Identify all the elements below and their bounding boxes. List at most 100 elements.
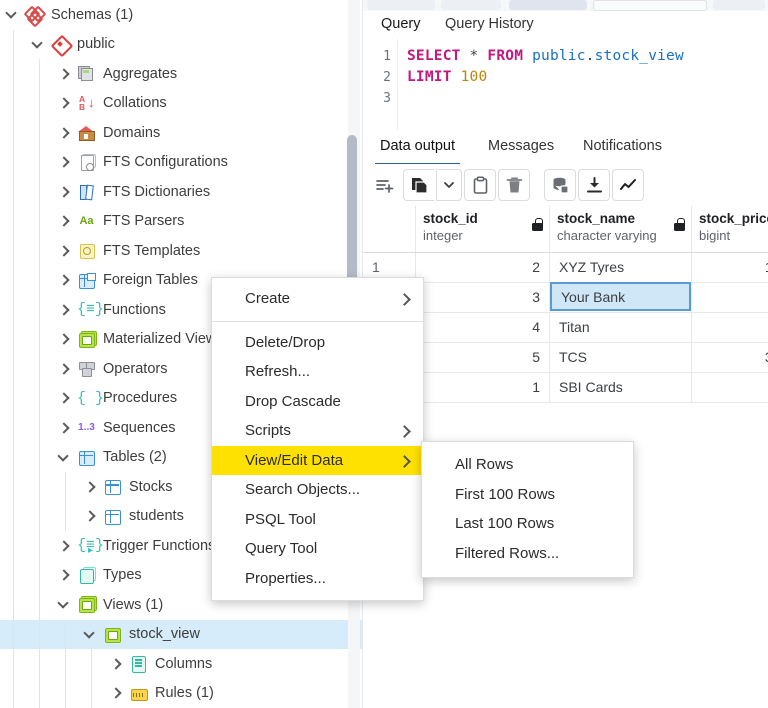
grid-cell-stock_name[interactable]: XYZ Tyres bbox=[550, 253, 692, 282]
context-menu-item-scripts[interactable]: Scripts bbox=[212, 416, 423, 446]
tree-item-rules-1[interactable]: Rules (1) bbox=[0, 678, 362, 708]
tree-item-fts-dictionaries[interactable]: FTS Dictionaries bbox=[0, 177, 362, 207]
submenu-item-last-100-rows[interactable]: Last 100 Rows bbox=[422, 509, 633, 539]
context-menu-item-delete-drop[interactable]: Delete/Drop bbox=[212, 328, 423, 358]
chevron-right-icon[interactable] bbox=[58, 362, 71, 375]
context-menu-item-search-objects[interactable]: Search Objects... bbox=[212, 475, 423, 505]
chevron-right-icon[interactable] bbox=[58, 126, 71, 139]
tree-indent-spacer bbox=[0, 309, 58, 310]
chevron-right-icon[interactable] bbox=[58, 244, 71, 257]
tree-item-fts-templates[interactable]: FTS Templates bbox=[0, 236, 362, 266]
chevron-right-icon[interactable] bbox=[58, 185, 71, 198]
tree-item-schemas-1[interactable]: Schemas (1) bbox=[0, 0, 362, 30]
chevron-right-icon[interactable] bbox=[58, 333, 71, 346]
delete-row-icon[interactable] bbox=[498, 169, 530, 201]
context-submenu-view-edit-data[interactable]: All Rows First 100 Rows Last 100 Rows Filte… bbox=[421, 441, 634, 578]
chevron-down-icon[interactable] bbox=[58, 598, 71, 611]
tree-item-collations[interactable]: A B ↓ Collations bbox=[0, 88, 362, 118]
grid-cell-stock_price[interactable]: 99 bbox=[692, 283, 768, 312]
chevron-right-icon[interactable] bbox=[58, 67, 71, 80]
context-menu-item-refresh[interactable]: Refresh... bbox=[212, 357, 423, 387]
toolbar-button-group-3[interactable] bbox=[509, 0, 587, 10]
tree-item-domains[interactable]: Domains bbox=[0, 118, 362, 148]
grid-cell-stock_name[interactable]: Your Bank bbox=[550, 282, 692, 312]
paste-icon[interactable] bbox=[464, 169, 496, 201]
tab-notifications[interactable]: Notifications bbox=[578, 133, 667, 163]
tree-item-fts-configurations[interactable]: FTS Configurations bbox=[0, 147, 362, 177]
copy-options-chevron-icon[interactable] bbox=[436, 169, 462, 201]
chevron-right-icon[interactable] bbox=[84, 480, 97, 493]
context-menu[interactable]: Create Delete/Drop Refresh... Drop Cascade S… bbox=[211, 277, 424, 601]
chevron-right-icon[interactable] bbox=[58, 215, 71, 228]
tree-item-columns[interactable]: Columns bbox=[0, 649, 362, 679]
grid-cell-stock_id[interactable]: 2 bbox=[416, 253, 550, 282]
grid-cell-stock_name[interactable]: Titan bbox=[550, 313, 692, 342]
grid-cell-stock_price[interactable]: 3100 bbox=[692, 343, 768, 372]
grid-cell-stock_name[interactable]: SBI Cards bbox=[550, 373, 692, 402]
chevron-right-icon[interactable] bbox=[110, 657, 123, 670]
editor-line-number: 3 bbox=[383, 91, 391, 106]
grid-cell-stock_id[interactable]: 3 bbox=[416, 283, 550, 312]
context-menu-item-drop-cascade[interactable]: Drop Cascade bbox=[212, 387, 423, 417]
grid-column-header-stock_price[interactable]: stock_price bigint bbox=[692, 206, 768, 252]
tab-data-output[interactable]: Data output bbox=[375, 133, 460, 166]
chevron-right-icon[interactable] bbox=[58, 539, 71, 552]
grid-cell-stock_id[interactable]: 5 bbox=[416, 343, 550, 372]
grid-cell-stock_price[interactable]: 450 bbox=[692, 313, 768, 342]
copy-icon[interactable] bbox=[403, 169, 434, 201]
grid-cell-stock_name[interactable]: TCS bbox=[550, 343, 692, 372]
chevron-down-icon[interactable] bbox=[84, 628, 97, 641]
tree-item-fts-parsers[interactable]: Aa FTS Parsers bbox=[0, 206, 362, 236]
chevron-right-icon[interactable] bbox=[58, 421, 71, 434]
chevron-right-icon[interactable] bbox=[58, 303, 71, 316]
sql-editor[interactable]: 1 2 3 SELECT * FROM public.stock_view LIMIT… bbox=[363, 39, 768, 131]
download-csv-icon[interactable] bbox=[578, 169, 610, 201]
chevron-right-icon[interactable] bbox=[58, 97, 71, 110]
context-menu-item-properties[interactable]: Properties... bbox=[212, 564, 423, 594]
submenu-item-filtered-rows[interactable]: Filtered Rows... bbox=[422, 539, 633, 569]
tab-query[interactable]: Query bbox=[375, 11, 427, 42]
tree-item-public[interactable]: public bbox=[0, 29, 362, 59]
chevron-right-icon[interactable] bbox=[110, 687, 123, 700]
toolbar-button-group-4[interactable] bbox=[713, 0, 765, 10]
grid-column-header-stock_id[interactable]: stock_id integer bbox=[416, 206, 550, 252]
table-icon bbox=[103, 507, 122, 526]
chevron-right-icon[interactable] bbox=[58, 156, 71, 169]
tree-indent-spacer bbox=[0, 457, 58, 458]
save-data-changes-icon[interactable] bbox=[544, 169, 576, 201]
chevron-down-icon[interactable] bbox=[6, 8, 19, 21]
toolbar-search-box[interactable] bbox=[593, 0, 707, 11]
grid-cell-stock_id[interactable]: 4 bbox=[416, 313, 550, 342]
foreign-tables-icon bbox=[77, 271, 96, 290]
submenu-item-all-rows[interactable]: All Rows bbox=[422, 450, 633, 480]
toolbar-button-group-1[interactable] bbox=[367, 0, 435, 10]
add-row-icon[interactable] bbox=[369, 169, 401, 201]
chevron-right-icon[interactable] bbox=[58, 274, 71, 287]
grid-cell-stock_id[interactable]: 1 bbox=[416, 373, 550, 402]
tab-messages[interactable]: Messages bbox=[483, 133, 559, 163]
editor-code-line[interactable]: SELECT * FROM public.stock_view bbox=[407, 48, 684, 64]
tree-item-stock-view[interactable]: stock_view bbox=[0, 619, 362, 649]
tree-indent-spacer bbox=[0, 73, 58, 74]
output-tabs: Data output Messages Notifications bbox=[363, 130, 768, 166]
grid-cell-stock_price[interactable]: 1016 bbox=[692, 253, 768, 282]
chevron-down-icon[interactable] bbox=[32, 38, 45, 51]
editor-code-line[interactable]: LIMIT 100 bbox=[407, 69, 487, 85]
grid-column-header-stock_name[interactable]: stock_name character varying bbox=[550, 206, 692, 252]
chevron-right-icon[interactable] bbox=[58, 392, 71, 405]
chevron-down-icon[interactable] bbox=[58, 451, 71, 464]
chevron-right-icon[interactable] bbox=[84, 510, 97, 523]
toolbar-button-group-2[interactable] bbox=[441, 0, 501, 10]
context-menu-item-create[interactable]: Create bbox=[212, 284, 423, 314]
tree-item-aggregates[interactable]: Aggregates bbox=[0, 59, 362, 89]
context-menu-item-view-edit-data[interactable]: View/Edit Data bbox=[212, 445, 423, 475]
context-menu-item-label: Create bbox=[245, 290, 291, 307]
graph-visualiser-icon[interactable] bbox=[612, 169, 644, 201]
context-menu-item-query-tool[interactable]: Query Tool bbox=[212, 534, 423, 564]
tree-item-label: Schemas (1) bbox=[51, 6, 134, 23]
tab-query-history[interactable]: Query History bbox=[439, 11, 540, 39]
submenu-item-first-100-rows[interactable]: First 100 Rows bbox=[422, 480, 633, 510]
context-menu-item-psql-tool[interactable]: PSQL Tool bbox=[212, 505, 423, 535]
chevron-right-icon[interactable] bbox=[58, 569, 71, 582]
grid-cell-stock_price[interactable]: 990 bbox=[692, 373, 768, 402]
